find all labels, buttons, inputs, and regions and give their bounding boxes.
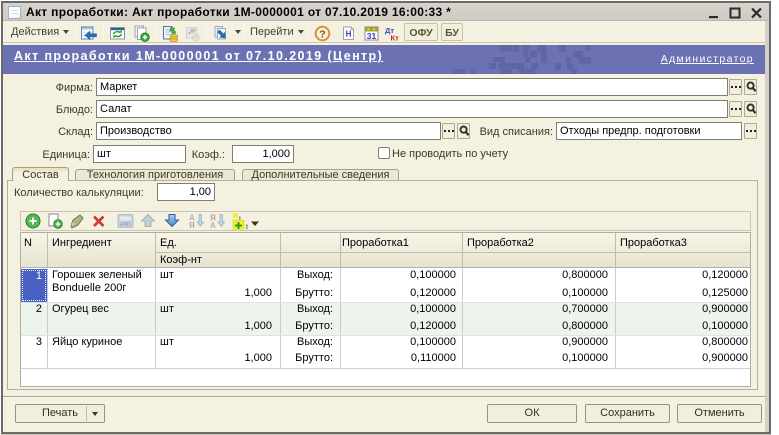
svg-text:?: ?: [319, 29, 325, 41]
svg-text:31: 31: [367, 31, 377, 41]
svg-text:t: t: [246, 224, 248, 230]
svg-text:Н: Н: [346, 30, 352, 39]
svg-text:END: END: [120, 222, 131, 228]
svg-text:Кт: Кт: [391, 34, 400, 43]
svg-text:А: А: [210, 221, 216, 230]
svg-text:Я: Я: [189, 221, 195, 230]
